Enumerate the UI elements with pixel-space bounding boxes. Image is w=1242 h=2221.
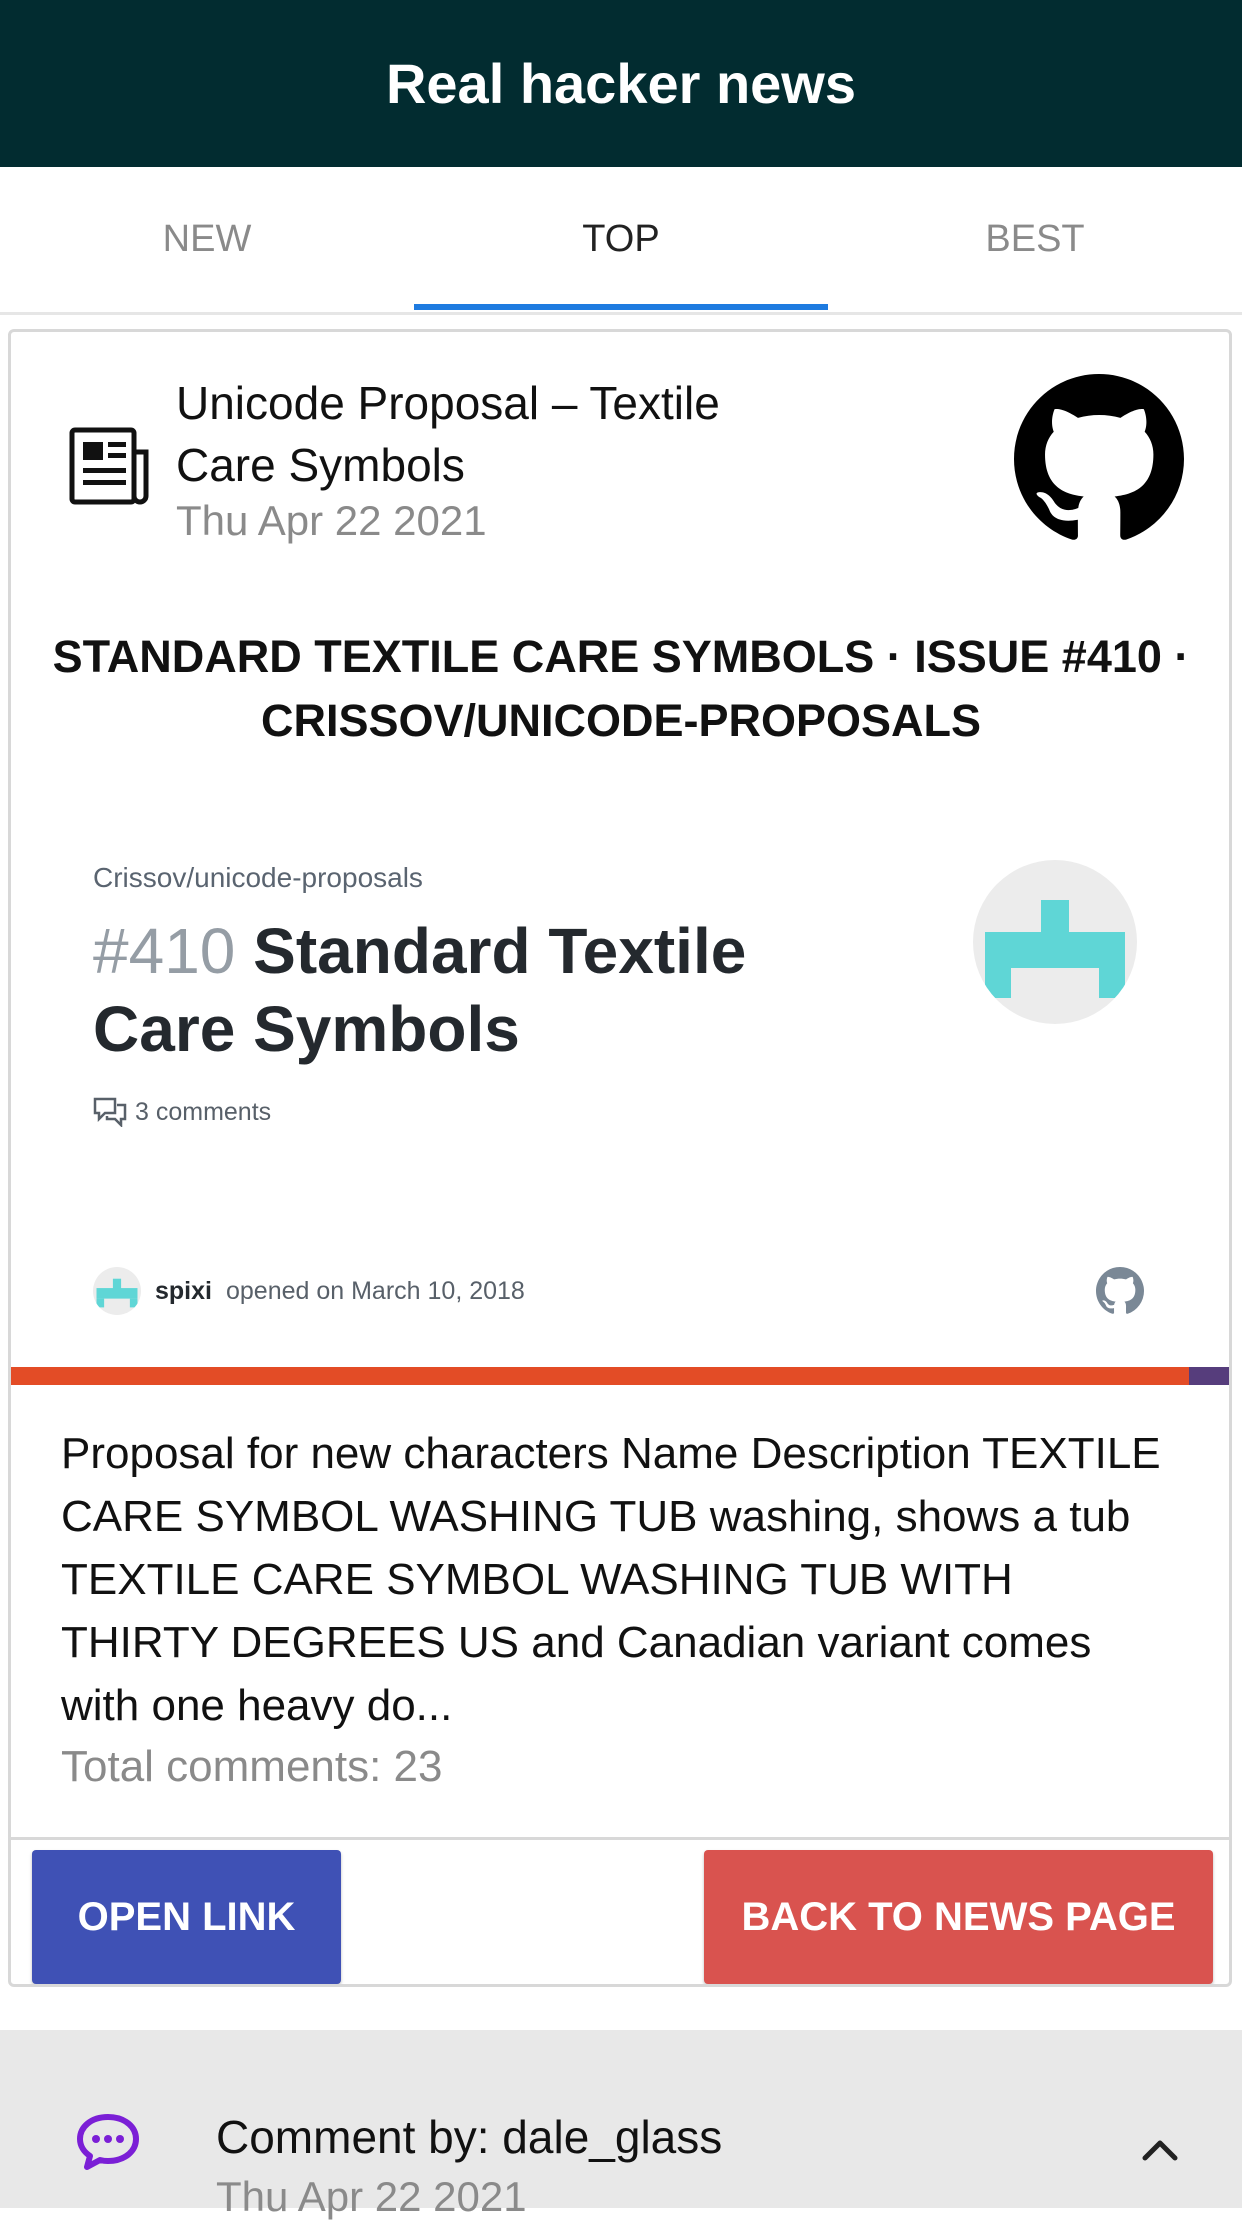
opened-date: opened on March 10, 2018 bbox=[225, 1276, 525, 1305]
comment-date: Thu Apr 22 2021 bbox=[216, 2173, 527, 2220]
tab-new[interactable]: NEW bbox=[0, 167, 414, 312]
opener-name: spixi bbox=[155, 1276, 212, 1305]
issue-avatar bbox=[973, 860, 1137, 1024]
github-small-icon bbox=[1096, 1267, 1144, 1314]
newspaper-icon bbox=[69, 427, 149, 505]
story-heading: STANDARD TEXTILE CARE SYMBOLS · ISSUE #4… bbox=[52, 631, 1190, 746]
comment-item[interactable]: Comment by: dale_glass Thu Apr 22 2021 bbox=[0, 2030, 1242, 2220]
app-title: Real hacker news bbox=[385, 52, 857, 115]
identicon-icon bbox=[985, 900, 1125, 998]
opener-avatar bbox=[93, 1267, 141, 1315]
issue-comments-label: 3 comments bbox=[135, 1097, 272, 1126]
issue-number: #410 bbox=[93, 915, 236, 987]
comment-bubble-icon bbox=[77, 2114, 139, 2170]
back-to-news-button[interactable]: BACK TO NEWS PAGE bbox=[704, 1850, 1213, 1984]
comment-author: Comment by: dale_glass bbox=[216, 2111, 723, 2163]
issue-title: #410 Standard Textile Care Symbols bbox=[93, 912, 853, 1068]
github-icon bbox=[1014, 374, 1184, 540]
app-bar: Real hacker news bbox=[0, 0, 1242, 167]
opener-identicon-icon bbox=[96, 1278, 138, 1308]
issue-opener: spixi opened on March 10, 2018 bbox=[93, 1267, 525, 1315]
total-comments: Total comments: 23 bbox=[61, 1742, 443, 1791]
active-tab-indicator bbox=[414, 304, 828, 310]
tab-best[interactable]: BEST bbox=[828, 167, 1242, 312]
language-bar-secondary bbox=[1189, 1367, 1229, 1385]
card-actions: OPEN LINK BACK TO NEWS PAGE bbox=[11, 1837, 1229, 1984]
open-link-button[interactable]: OPEN LINK bbox=[32, 1850, 341, 1984]
repo-name: Crissov/unicode-proposals bbox=[93, 862, 423, 893]
story-title[interactable]: Unicode Proposal – Textile Care Symbols bbox=[176, 372, 736, 496]
story-excerpt: Proposal for new characters Name Descrip… bbox=[61, 1429, 1161, 1730]
language-bar bbox=[11, 1367, 1229, 1385]
comments-icon bbox=[93, 1097, 127, 1127]
issue-comments-count: 3 comments bbox=[93, 1097, 271, 1127]
chevron-up-icon[interactable] bbox=[1135, 2125, 1185, 2175]
story-card: Unicode Proposal – Textile Care Symbols … bbox=[8, 329, 1232, 1987]
tab-top[interactable]: TOP bbox=[414, 167, 828, 312]
tab-bar: NEW TOP BEST bbox=[0, 167, 1242, 315]
story-date: Thu Apr 22 2021 bbox=[176, 497, 487, 544]
language-bar-primary bbox=[11, 1367, 1189, 1385]
